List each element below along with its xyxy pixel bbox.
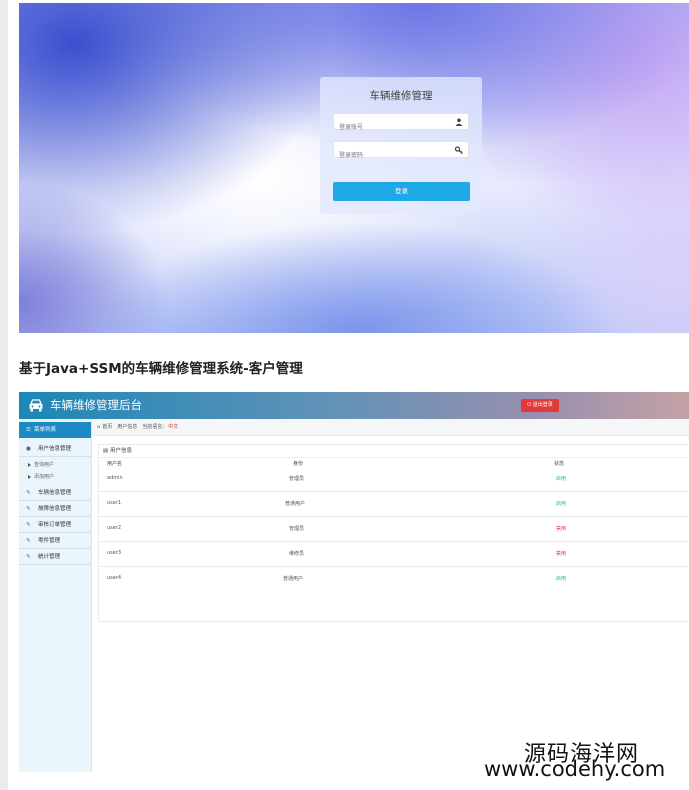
cell-status: 启用 [556, 576, 567, 582]
sidebar-item-fault-management[interactable]: ✎ 故障信息管理 [19, 502, 91, 517]
edit-icon: ✎ [26, 522, 31, 528]
sidebar-item-user-management[interactable]: ● 用户信息管理 [19, 442, 91, 457]
cell-username: user1 [107, 500, 122, 506]
logout-button[interactable]: ⏻ 退出登录 [521, 399, 559, 412]
submenu-label: 添加用户 [34, 474, 55, 480]
username-field[interactable] [333, 113, 469, 135]
sidebar-item-label: 故障信息管理 [38, 506, 72, 512]
cell-status: 禁用 [556, 551, 567, 557]
page-left-rail [0, 0, 8, 790]
password-input[interactable] [334, 148, 451, 163]
edit-icon: ✎ [26, 506, 31, 512]
caret-right-icon [28, 462, 31, 467]
list-icon: ☰ [26, 427, 31, 433]
breadcrumb-current: 用户信息 [117, 424, 138, 430]
menu-title: 菜单列表 [33, 427, 56, 433]
cell-username: user2 [107, 525, 122, 531]
table-row[interactable]: user1 普通用户 启用 [99, 492, 689, 517]
car-logo-icon [29, 399, 43, 412]
table-icon: ▤ [103, 448, 110, 454]
sidebar-item-statistics[interactable]: ✎ 统计管理 [19, 550, 91, 565]
language-label: 当前语言： [142, 424, 168, 430]
table-row[interactable]: user2 管理员 禁用 [99, 517, 689, 542]
table-row[interactable]: user4 普通用户 启用 [99, 567, 689, 591]
language-value[interactable]: 中文 [168, 424, 178, 430]
login-title: 车辆维修管理 [369, 90, 433, 102]
cell-role: 普通用户 [283, 576, 304, 582]
cell-role: 维修员 [289, 551, 305, 557]
caret-right-icon [28, 474, 31, 479]
login-button[interactable]: 登录 [333, 182, 470, 201]
watermark-url: www.codehy.com [484, 757, 666, 781]
sidebar-item-order-review[interactable]: ✎ 审核订单管理 [19, 518, 91, 533]
sidebar-item-vehicle-management[interactable]: ✎ 车辆信息管理 [19, 486, 91, 501]
cell-role: 普通用户 [285, 501, 306, 507]
sidebar-item-label: 车辆信息管理 [38, 490, 72, 496]
panel-header: ▤ 用户信息 [99, 445, 689, 458]
login-screenshot: 车辆维修管理 登录 [19, 3, 689, 333]
cell-status: 启用 [556, 476, 567, 482]
panel-title: 用户信息 [109, 448, 132, 454]
cell-status: 启用 [556, 501, 567, 507]
edit-icon: ✎ [26, 538, 31, 544]
sidebar-item-label: 零件管理 [38, 538, 61, 544]
sidebar-item-label: 统计管理 [38, 554, 61, 560]
submenu-label: 查询用户 [34, 462, 55, 468]
cell-status: 禁用 [556, 526, 567, 532]
submenu-add-user[interactable]: 添加用户 [28, 473, 54, 480]
password-field[interactable] [333, 141, 469, 163]
sidebar-item-parts-management[interactable]: ✎ 零件管理 [19, 534, 91, 549]
table-row[interactable]: admin 管理员 启用 [99, 467, 689, 492]
cell-username: admin [107, 475, 123, 481]
admin-screenshot: 车辆维修管理后台 ⏻ 退出登录 ☰ 菜单列表 ● 用户信息管理 查询用户 添加用户 … [19, 392, 689, 772]
table-row[interactable]: user3 维修员 禁用 [99, 542, 689, 567]
user-icon [455, 118, 463, 126]
admin-system-title: 车辆维修管理后台 [50, 398, 142, 412]
sidebar-item-label: 审核订单管理 [38, 522, 72, 528]
main-content: ⌂ 首页 用户信息 当前语言：中文 ▤ 用户信息 用户名 身份 状态 admin 管理… [92, 419, 689, 772]
user-icon: ● [26, 446, 31, 452]
column-header-status: 状态 [554, 461, 565, 467]
submenu-query-user[interactable]: 查询用户 [28, 461, 54, 468]
cell-username: user3 [107, 550, 122, 556]
cell-role: 管理员 [289, 476, 305, 482]
edit-icon: ✎ [26, 554, 31, 560]
cell-role: 管理员 [289, 526, 305, 532]
username-input[interactable] [334, 120, 451, 135]
breadcrumb-home[interactable]: 首页 [102, 424, 112, 430]
user-table-panel: ▤ 用户信息 用户名 身份 状态 admin 管理员 启用 user1 普通用户… [98, 444, 689, 622]
logout-label: 退出登录 [532, 402, 553, 408]
sidebar-menu-header: ☰ 菜单列表 [19, 422, 91, 438]
edit-icon: ✎ [26, 490, 31, 496]
sidebar-item-label: 用户信息管理 [38, 446, 72, 452]
sidebar: ☰ 菜单列表 ● 用户信息管理 查询用户 添加用户 ✎ 车辆信息管理 ✎ 故障信息管理 … [19, 419, 92, 772]
column-header-username: 用户名 [107, 461, 123, 467]
key-icon [455, 146, 463, 154]
breadcrumb: ⌂ 首页 用户信息 当前语言：中文 [92, 419, 689, 436]
column-header-role: 身份 [293, 461, 304, 467]
admin-topbar: 车辆维修管理后台 ⏻ 退出登录 [19, 392, 689, 419]
article-heading: 基于Java+SSM的车辆维修管理系统-客户管理 [19, 361, 303, 377]
login-form: 车辆维修管理 登录 [320, 77, 482, 214]
cell-username: user4 [107, 575, 122, 581]
home-icon: ⌂ [97, 424, 101, 430]
